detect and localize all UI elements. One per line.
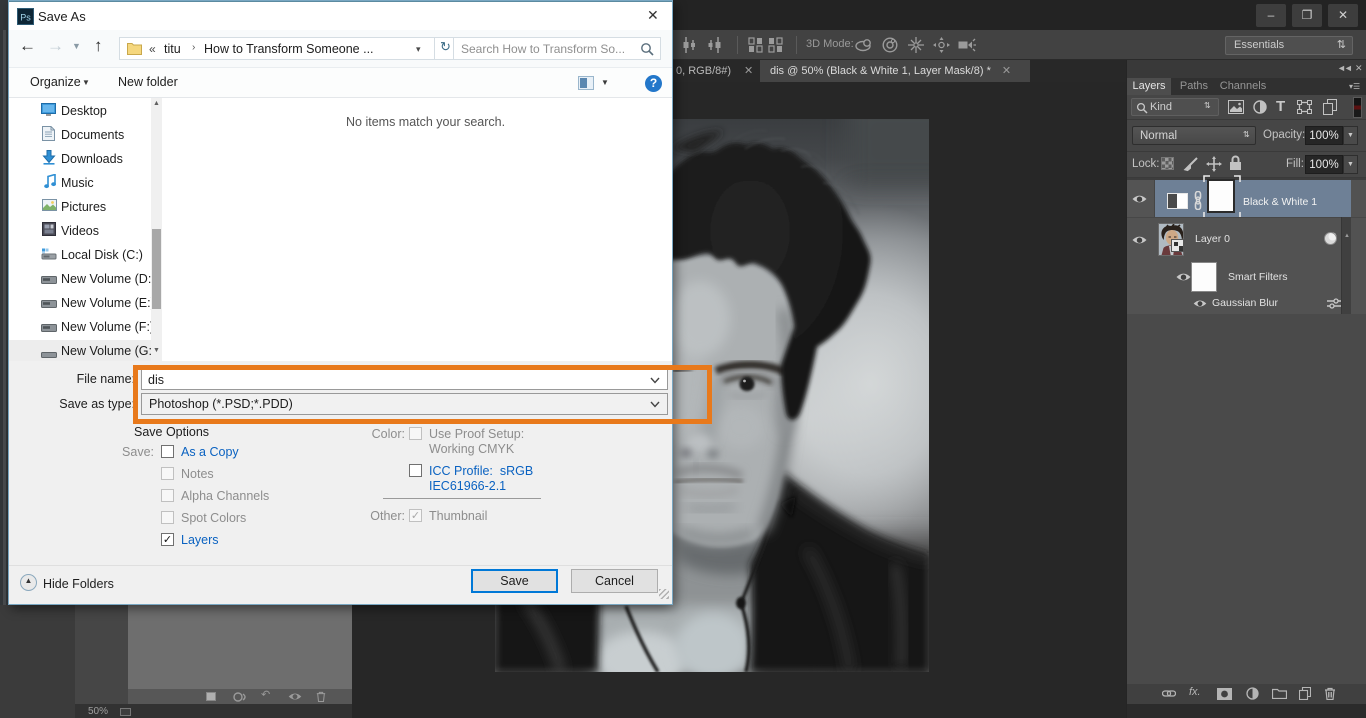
svg-text:Ps: Ps	[20, 13, 31, 23]
